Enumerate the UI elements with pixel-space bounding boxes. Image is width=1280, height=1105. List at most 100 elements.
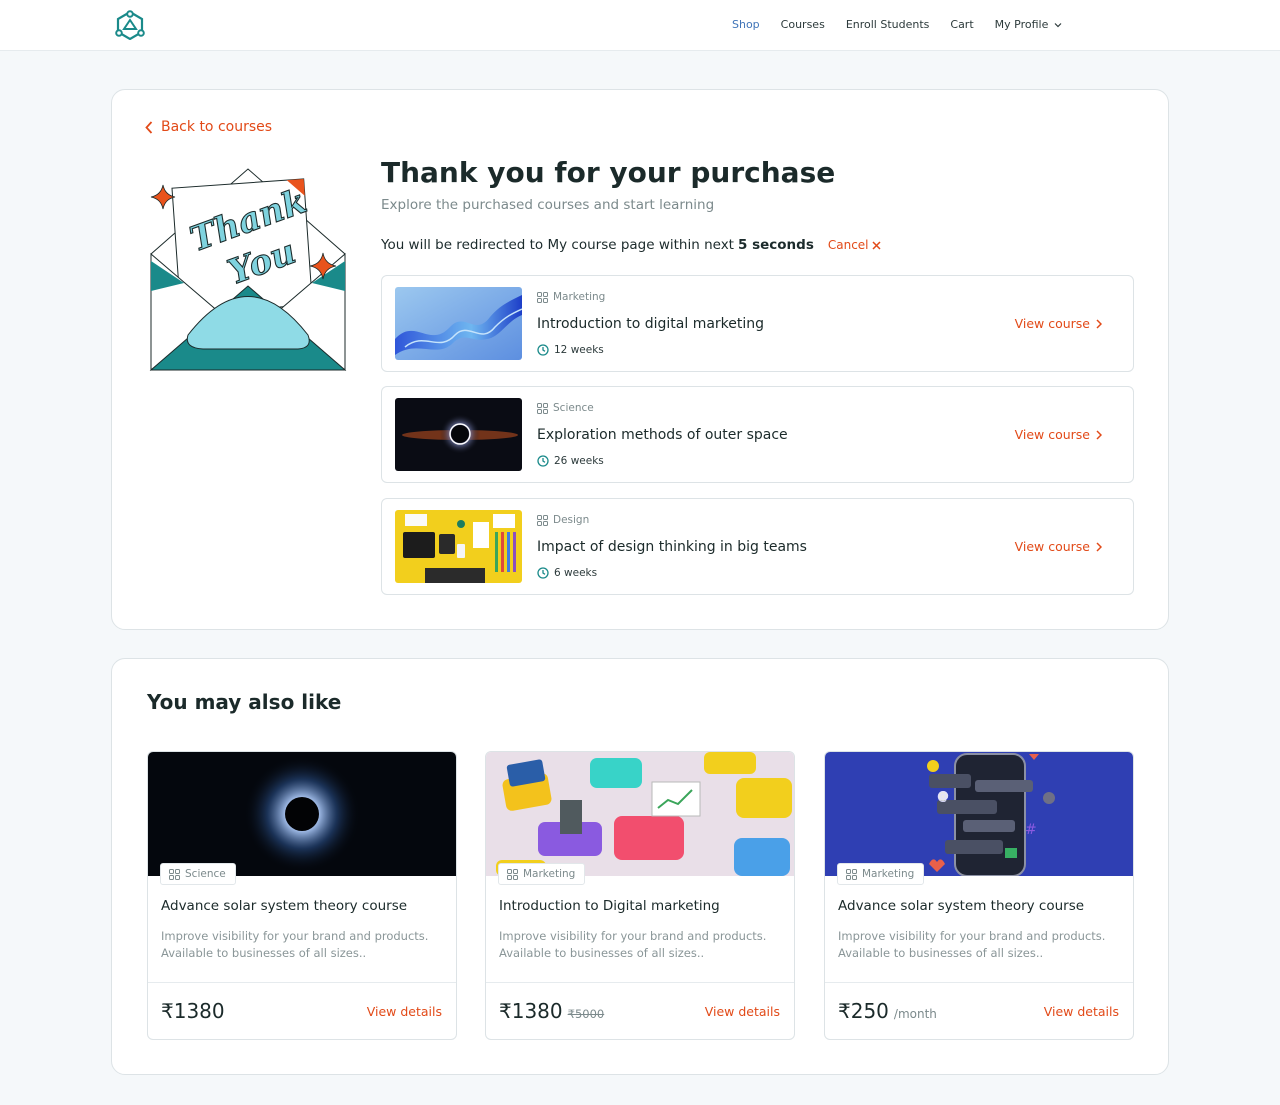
course-category: Design xyxy=(537,514,589,526)
recommended-course-card[interactable]: Marketing Introduction to Digital market… xyxy=(485,751,795,1040)
category-grid-icon xyxy=(846,868,857,880)
view-course-label: View course xyxy=(1014,427,1090,442)
course-category-label: Design xyxy=(553,514,590,526)
chevron-right-icon xyxy=(1096,429,1102,440)
course-duration-label: 6 weeks xyxy=(554,567,598,579)
redirect-seconds: 5 seconds xyxy=(737,237,814,253)
price-value: ₹1380 xyxy=(161,999,225,1023)
nav-item-enroll-students[interactable]: Enroll Students xyxy=(846,18,930,31)
divider xyxy=(486,982,794,983)
purchased-course-item: Science Exploration methods of outer spa… xyxy=(381,386,1134,483)
recommended-course-card[interactable]: @ # Marketing Advance solar system theor… xyxy=(824,751,1134,1040)
category-grid-icon xyxy=(537,291,548,303)
course-image-eclipse xyxy=(148,752,456,876)
nav-profile-label: My Profile xyxy=(994,18,1049,31)
course-price: ₹250 /month xyxy=(838,999,937,1023)
view-details-button[interactable]: View details xyxy=(705,1004,780,1019)
course-category-tag: Science xyxy=(160,863,236,885)
category-grid-icon xyxy=(507,868,518,880)
course-category-label: Marketing xyxy=(862,868,915,880)
clock-icon xyxy=(537,567,549,579)
original-price: ₹5000 xyxy=(567,1007,605,1021)
course-duration: 6 weeks xyxy=(537,567,597,579)
back-label: Back to courses xyxy=(161,119,273,135)
course-price: ₹1380 xyxy=(161,999,225,1023)
view-details-button[interactable]: View details xyxy=(1044,1004,1119,1019)
nav-item-cart[interactable]: Cart xyxy=(950,18,973,31)
course-description-line: Improve visibility for your brand and pr… xyxy=(161,929,429,943)
purchased-course-item: Marketing Introduction to digital market… xyxy=(381,275,1134,372)
course-duration-label: 26 weeks xyxy=(554,455,604,467)
view-course-button[interactable]: View course xyxy=(1015,539,1102,554)
course-thumbnail-marketing xyxy=(395,287,522,360)
nav-item-shop[interactable]: Shop xyxy=(732,18,760,31)
redirect-notice: You will be redirected to My course page… xyxy=(381,237,881,253)
recommendations-card: You may also like Science Advance solar … xyxy=(111,658,1169,1075)
category-grid-icon xyxy=(169,868,180,880)
course-duration: 12 weeks xyxy=(537,344,604,356)
view-course-label: View course xyxy=(1014,539,1090,554)
svg-text:#: # xyxy=(1025,822,1037,838)
course-duration: 26 weeks xyxy=(537,455,604,467)
nav-item-courses[interactable]: Courses xyxy=(781,18,825,31)
cancel-label: Cancel xyxy=(827,238,869,252)
price-value: ₹250 xyxy=(838,999,889,1023)
price-value: ₹1380 xyxy=(499,999,563,1023)
clock-icon xyxy=(537,455,549,467)
view-course-button[interactable]: View course xyxy=(1015,427,1102,442)
page-title: Thank you for your purchase xyxy=(381,156,836,189)
clock-icon xyxy=(537,344,549,356)
redirect-text: You will be redirected to My course page… xyxy=(381,237,734,253)
course-category-tag: Marketing xyxy=(498,863,586,885)
thank-you-envelope-illustration: Thank You xyxy=(149,168,347,372)
purchase-confirmation-card: Back to courses Thank You Thank you for … xyxy=(111,89,1169,630)
course-image-marketing-3d xyxy=(486,752,794,876)
course-description-line: Available to businesses of all sizes.. xyxy=(161,946,367,960)
chevron-right-icon xyxy=(1096,318,1102,329)
course-thumbnail-science xyxy=(395,398,522,471)
nav-item-my-profile[interactable]: My Profile xyxy=(995,18,1063,31)
course-name: Introduction to Digital marketing xyxy=(499,898,720,914)
course-description-line: Available to businesses of all sizes.. xyxy=(838,946,1044,960)
price-period: /month xyxy=(893,1007,937,1021)
course-description: Improve visibility for your brand and pr… xyxy=(838,928,1118,962)
view-details-button[interactable]: View details xyxy=(367,1004,442,1019)
course-description: Improve visibility for your brand and pr… xyxy=(161,928,441,962)
course-description: Improve visibility for your brand and pr… xyxy=(499,928,779,962)
page-subtitle: Explore the purchased courses and start … xyxy=(381,197,715,213)
course-category-label: Marketing xyxy=(523,868,576,880)
svg-text:@: @ xyxy=(937,789,949,803)
recommended-course-card[interactable]: Science Advance solar system theory cour… xyxy=(147,751,457,1040)
course-price: ₹1380 ₹5000 xyxy=(499,999,604,1023)
course-description-line: Available to businesses of all sizes.. xyxy=(499,946,705,960)
course-category-label: Marketing xyxy=(553,291,606,303)
chevron-right-icon xyxy=(1096,541,1102,552)
course-name: Exploration methods of outer space xyxy=(537,427,788,443)
category-grid-icon xyxy=(537,514,548,526)
course-name: Advance solar system theory course xyxy=(161,898,408,914)
view-course-button[interactable]: View course xyxy=(1015,316,1102,331)
purchased-course-item: Design Impact of design thinking in big … xyxy=(381,498,1134,595)
course-category-tag: Marketing xyxy=(837,863,925,885)
close-icon xyxy=(871,240,881,250)
logo-icon[interactable] xyxy=(114,10,146,40)
back-to-courses-link[interactable]: Back to courses xyxy=(145,119,272,135)
course-name: Introduction to digital marketing xyxy=(537,316,765,332)
course-image-social-phone: @ # xyxy=(825,752,1133,876)
divider xyxy=(825,982,1133,983)
course-description-line: Improve visibility for your brand and pr… xyxy=(499,929,767,943)
chevron-down-icon xyxy=(1054,22,1062,27)
course-name: Advance solar system theory course xyxy=(838,898,1085,914)
course-thumbnail-design xyxy=(395,510,522,583)
course-name: Impact of design thinking in big teams xyxy=(537,539,807,555)
course-category: Science xyxy=(537,402,594,414)
nav-links: Shop Courses Enroll Students Cart My Pro… xyxy=(732,18,1062,31)
course-description-line: Improve visibility for your brand and pr… xyxy=(838,929,1106,943)
course-category: Marketing xyxy=(537,291,605,303)
chevron-left-icon xyxy=(145,120,153,134)
section-title: You may also like xyxy=(147,690,342,714)
course-duration-label: 12 weeks xyxy=(554,344,604,356)
cancel-redirect-button[interactable]: Cancel xyxy=(828,238,881,252)
view-course-label: View course xyxy=(1014,316,1090,331)
course-category-label: Science xyxy=(553,402,594,414)
